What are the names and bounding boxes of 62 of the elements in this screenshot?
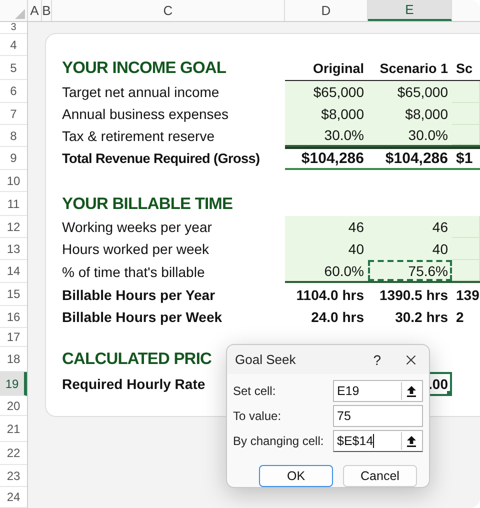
arrow-up-icon (406, 385, 417, 397)
row-header[interactable]: 19 (0, 372, 27, 396)
row-label: Annual business expenses (62, 106, 229, 122)
row-label: Billable Hours per Week (62, 309, 222, 325)
dialog-title: Goal Seek (235, 352, 297, 367)
table-cell (452, 125, 480, 147)
row-label: % of time that's billable (62, 264, 205, 280)
table-cell-text: Sc (455, 60, 474, 78)
table-cell-text: 1104.0 hrs (295, 286, 365, 304)
row-label: Total Revenue Required (Gross) (62, 151, 260, 166)
table-cell: 40 (368, 238, 452, 260)
table-cell: 75.6% (368, 260, 452, 283)
field-label: By changing cell: (233, 434, 325, 448)
table-cell (452, 103, 480, 125)
table-cell: 60.0% (285, 260, 368, 283)
table-cell: $8,000 (285, 103, 368, 125)
table-cell (452, 238, 480, 260)
column-header[interactable]: B (42, 0, 52, 21)
table-cell: $104,286 (285, 147, 368, 170)
table-cell: $65,000 (285, 80, 368, 103)
table-cell: $65,000 (368, 80, 452, 103)
help-button[interactable]: ? (365, 352, 389, 368)
table-cell: $104,286 (368, 147, 452, 170)
table-cell: 46 (285, 216, 368, 238)
table-cell: $1 (452, 147, 480, 170)
row-label: Tax & retirement reserve (62, 128, 214, 144)
table-cell-text: 24.0 hrs (310, 308, 365, 327)
column-header[interactable]: E (368, 0, 452, 21)
section-heading: YOUR BILLABLE TIME (62, 194, 233, 214)
table-cell (452, 260, 480, 283)
table-cell-text: Original (312, 60, 365, 78)
table-cell (452, 216, 480, 238)
table-cell-text: 1390.5 hrs (378, 286, 449, 304)
row-label: Hours worked per week (62, 241, 210, 257)
table-cell-text: 139 (455, 286, 480, 304)
row-label: Working weeks per year (62, 219, 212, 235)
table-cell: $8,000 (368, 103, 452, 125)
field-label: To value: (233, 409, 282, 423)
table-cell: 30.0% (368, 125, 452, 147)
table-cell: 40 (285, 238, 368, 260)
section-heading: YOUR INCOME GOAL (62, 58, 226, 78)
cancel-button[interactable]: Cancel (343, 465, 417, 487)
arrow-up-icon (406, 435, 417, 447)
row-label: Target net annual income (62, 84, 220, 100)
row-label: Required Hourly Rate (62, 376, 206, 392)
input-field[interactable]: 75 (333, 405, 423, 427)
fill-handle[interactable] (447, 391, 452, 396)
table-cell-text: 30.2 hrs (394, 308, 449, 327)
table-cell-text: 2 (455, 308, 465, 327)
row-header[interactable]: 3 (0, 22, 27, 34)
field-label: Set cell: (233, 384, 277, 398)
input-field[interactable]: $E$14 (333, 430, 423, 452)
column-header[interactable]: A (28, 0, 42, 21)
row-label: Billable Hours per Year (62, 286, 216, 302)
table-cell: 46 (368, 216, 452, 238)
ok-button[interactable]: OK (259, 465, 333, 487)
input-field[interactable]: E19 (333, 380, 423, 402)
table-cell: 30.0% (285, 125, 368, 147)
table-cell (452, 80, 480, 103)
section-heading: CALCULATED PRIC (62, 350, 212, 369)
table-cell-text: Scenario 1 (378, 60, 449, 78)
column-header[interactable]: C (52, 0, 285, 21)
